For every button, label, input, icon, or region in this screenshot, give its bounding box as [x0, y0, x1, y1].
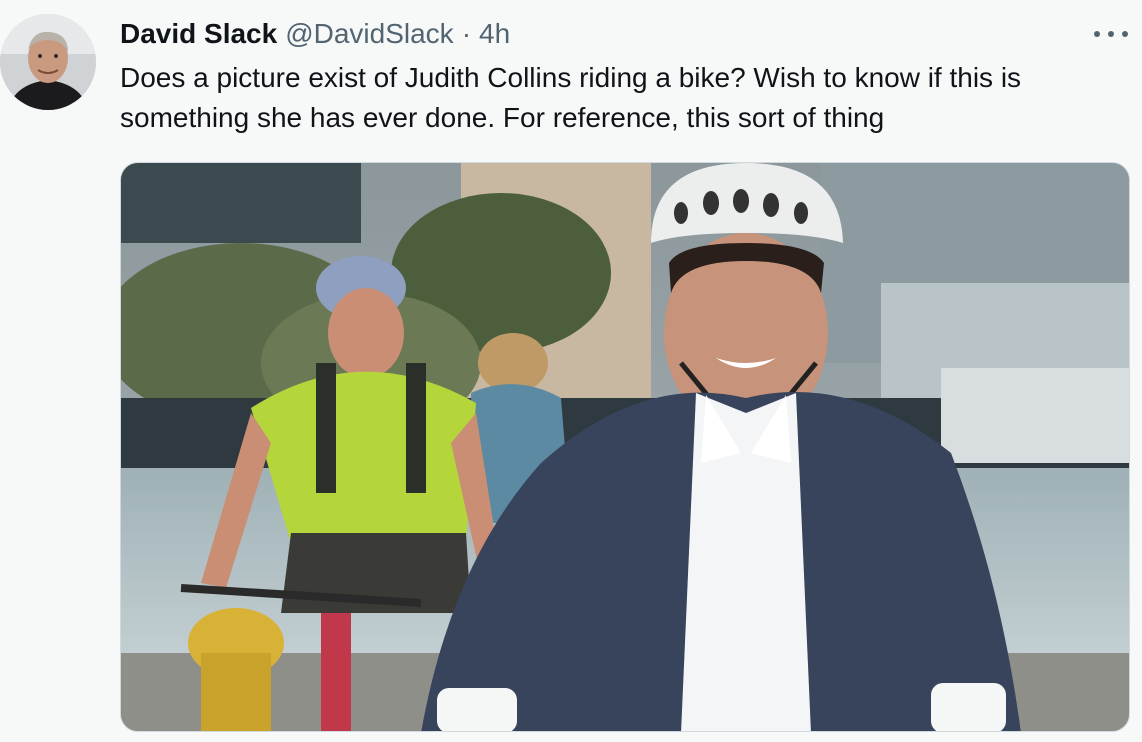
tweet-text-line: Does a picture exist of Judith Collins r… [120, 62, 1022, 93]
author-handle[interactable]: @DavidSlack [285, 18, 453, 50]
more-options-icon[interactable] [1094, 22, 1128, 46]
tweet-text: Does a picture exist of Judith Collins r… [120, 58, 1120, 138]
author-avatar[interactable] [0, 14, 96, 110]
dot [1122, 31, 1128, 37]
tweet-text-line: something she has ever done. For referen… [120, 102, 885, 133]
tweet-timestamp[interactable]: 4h [479, 18, 510, 50]
dot [1108, 31, 1114, 37]
avatar-photo-icon [0, 14, 96, 110]
tweet-header: David Slack @DavidSlack · 4h [120, 16, 510, 52]
separator-dot: · [461, 18, 472, 49]
dot [1094, 31, 1100, 37]
author-name[interactable]: David Slack [120, 18, 277, 50]
cyclists-photo-icon [121, 163, 1129, 731]
tweet-media-photo[interactable] [120, 162, 1130, 732]
tweet[interactable]: David Slack @DavidSlack · 4h Does a pict… [0, 0, 1142, 742]
